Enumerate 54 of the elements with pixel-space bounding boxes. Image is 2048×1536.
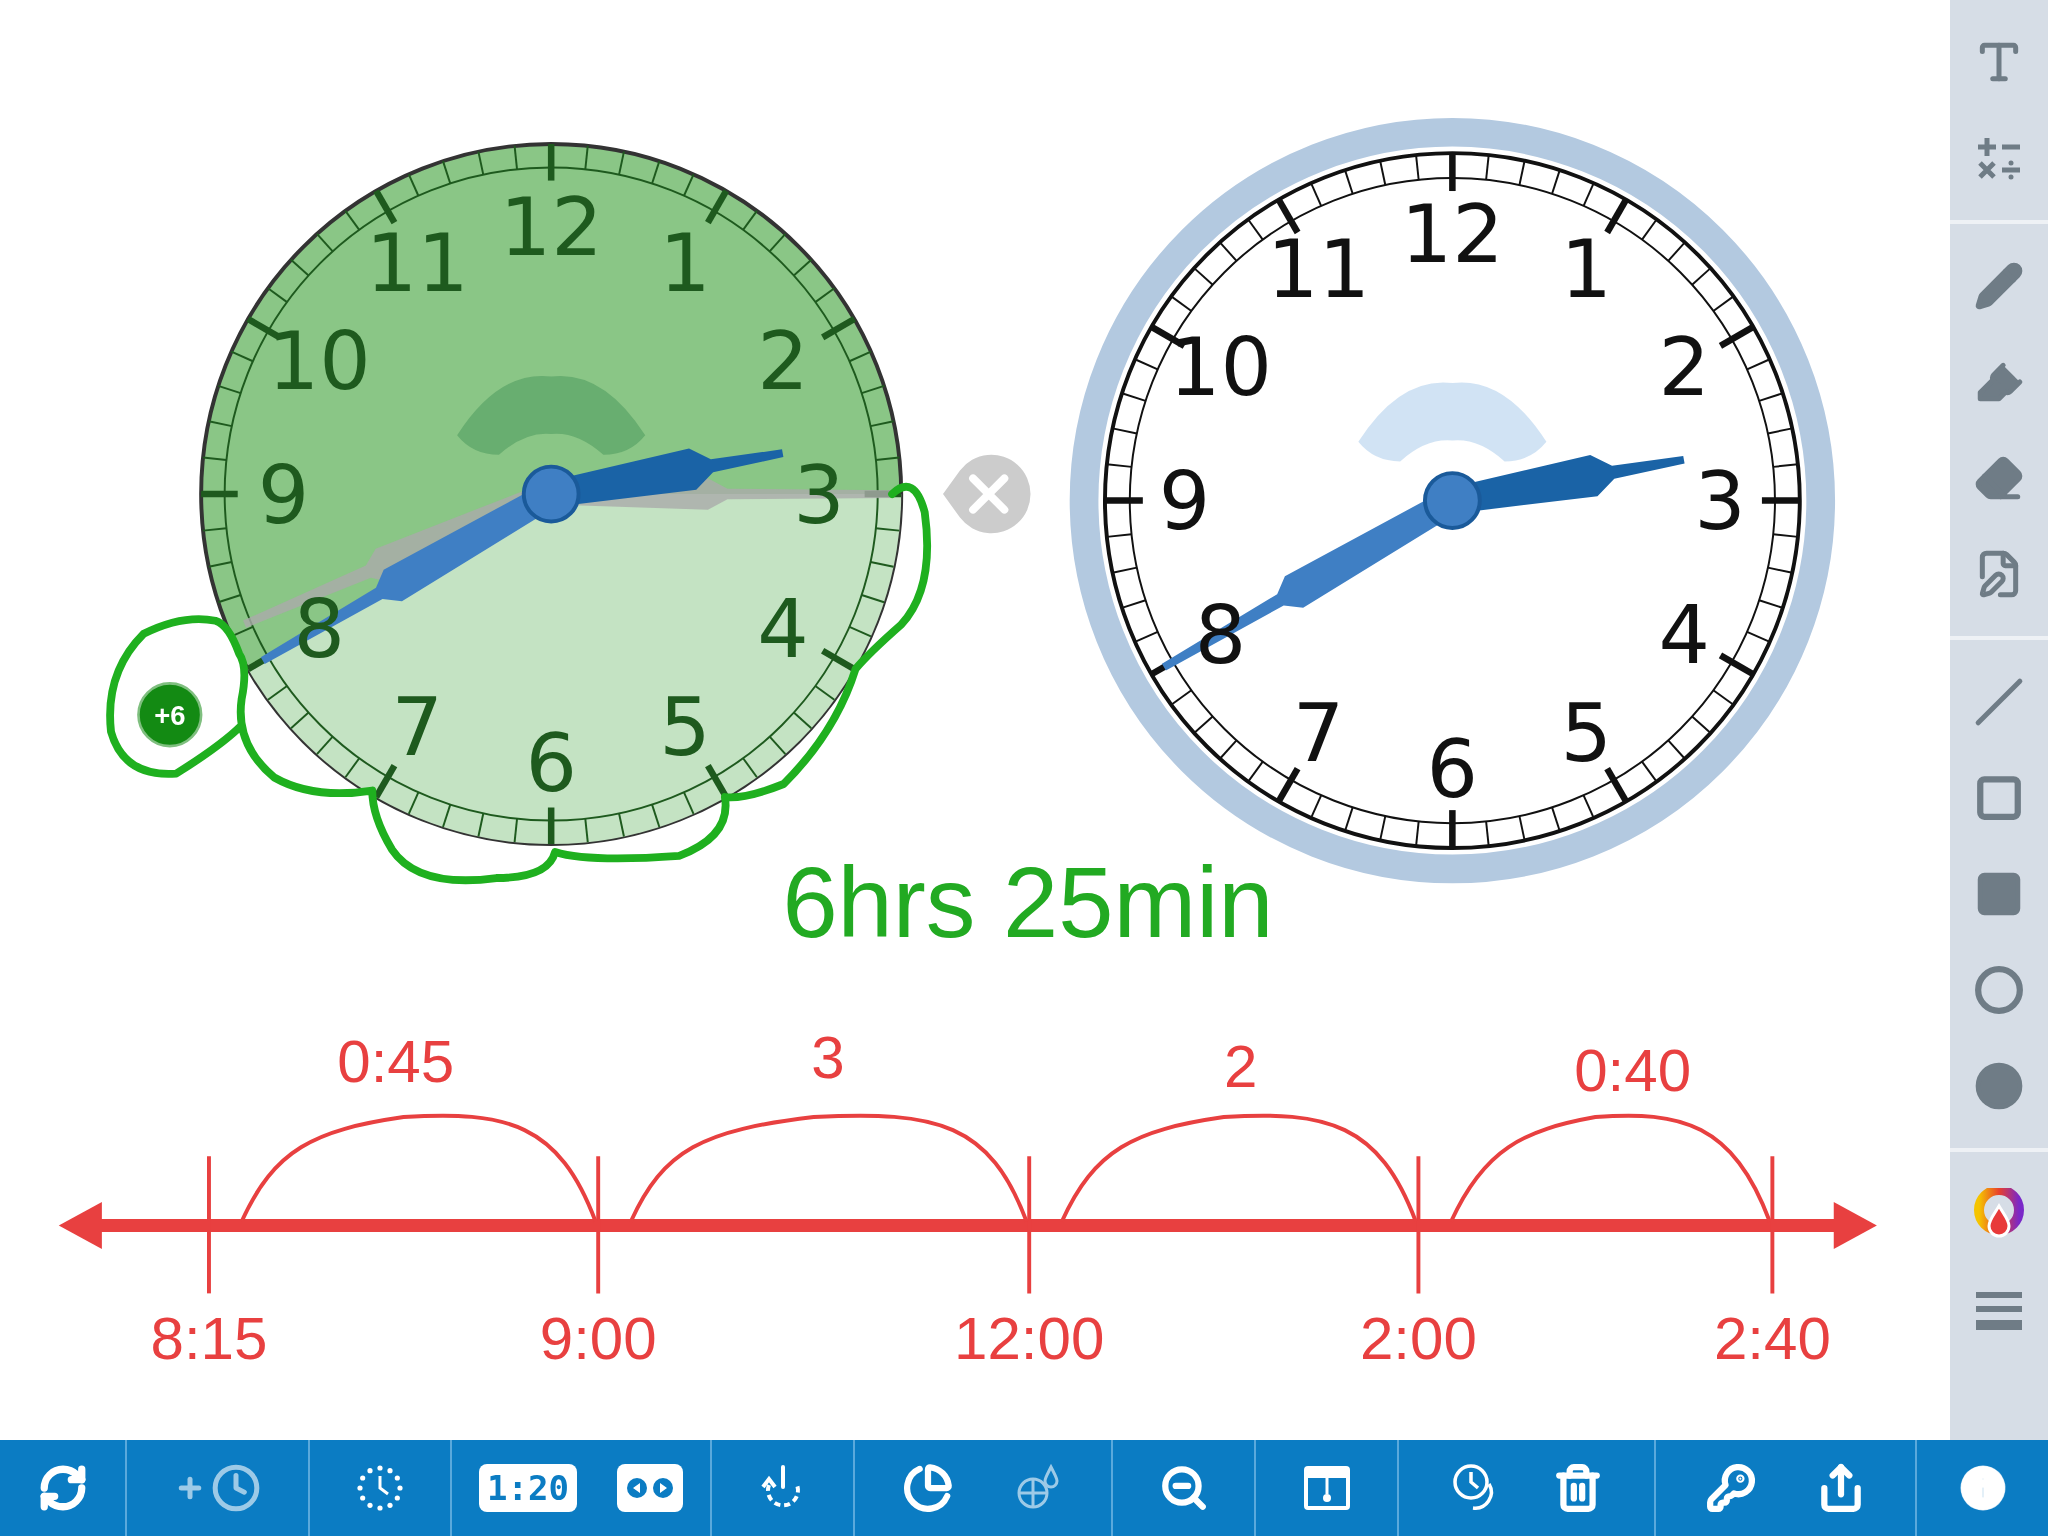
jump-label: 0:40: [1574, 1036, 1692, 1104]
count-badge: +6: [137, 682, 203, 748]
clock-number: 11: [1267, 222, 1370, 317]
clock-number: 6: [525, 715, 577, 810]
color-wheel-icon: [1973, 1188, 2025, 1240]
tick-label: 12:00: [954, 1304, 1105, 1372]
square-icon: [1974, 773, 2024, 823]
clock-number: 9: [1158, 454, 1211, 549]
clock-number: 12: [1400, 186, 1504, 281]
clock-number: 10: [267, 313, 371, 408]
clock-number: 7: [1292, 686, 1345, 781]
tick-label: 2:00: [1359, 1304, 1477, 1372]
clock-number: 3: [1694, 454, 1746, 549]
clock-number: 12: [499, 180, 603, 275]
refresh-button[interactable]: [37, 1463, 88, 1513]
pie-chart-icon: [903, 1463, 953, 1513]
clock-number: 3: [793, 447, 845, 542]
duration-label: 6hrs 25min: [782, 846, 1274, 958]
clock-number: 6: [1426, 722, 1479, 817]
window-button[interactable]: [1301, 1464, 1352, 1512]
key-button[interactable]: [1705, 1463, 1756, 1513]
clock-number: 4: [1658, 588, 1710, 683]
clock-number: 8: [293, 581, 346, 676]
clock-number: 5: [1560, 686, 1612, 781]
clock-number: 4: [757, 581, 809, 676]
refresh-icon: [37, 1463, 88, 1513]
dotted-clock-icon: [355, 1463, 405, 1513]
clock-number: 1: [1560, 222, 1612, 317]
clock-number: 5: [659, 679, 711, 774]
clock-number: 2: [757, 313, 809, 408]
jump-label: 3: [811, 1023, 845, 1091]
clock-number: 11: [365, 215, 469, 310]
clock-number: 1: [659, 215, 711, 310]
digital-clock-button[interactable]: 1:20: [479, 1464, 577, 1512]
clock-number: 7: [391, 679, 444, 774]
circle-icon: [1974, 965, 2024, 1015]
clock-number: 2: [1658, 320, 1710, 415]
clock-number: 9: [257, 447, 310, 542]
tick-label: 8:15: [150, 1304, 268, 1372]
clock-icon: [210, 1463, 261, 1513]
pie-button[interactable]: [903, 1463, 953, 1513]
jump-label: 2: [1224, 1033, 1258, 1100]
pencil-icon: [1974, 261, 2024, 311]
key-icon: [1705, 1463, 1756, 1513]
tick-label: 9:00: [539, 1304, 657, 1372]
arrows-icon: [616, 1464, 683, 1512]
clock-number: 10: [1169, 320, 1272, 415]
timer-button[interactable]: [355, 1463, 405, 1513]
window-icon: [1301, 1464, 1352, 1512]
tick-label: 2:40: [1713, 1304, 1831, 1372]
playback-button[interactable]: [616, 1464, 683, 1512]
filled-circle-icon: [1974, 1061, 2024, 1111]
line-icon: [1974, 677, 2024, 727]
jump-label: 0:45: [337, 1027, 455, 1095]
